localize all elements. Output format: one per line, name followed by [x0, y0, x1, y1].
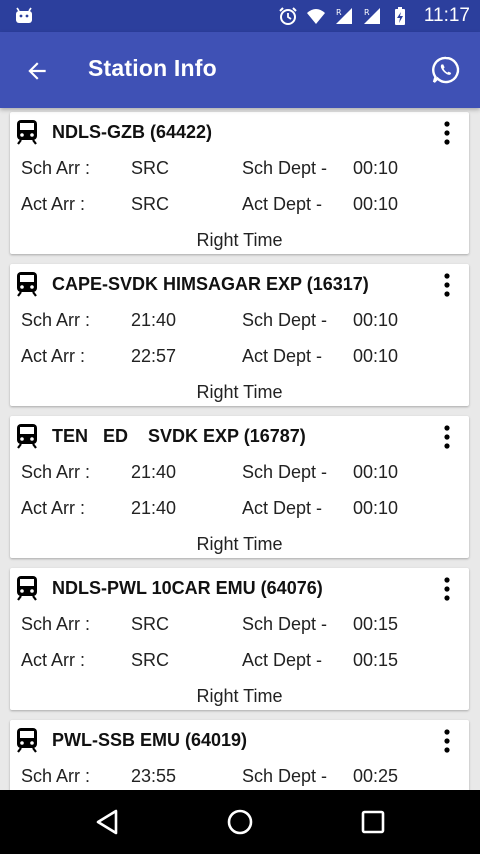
nav-back-triangle-icon	[96, 809, 118, 835]
sch-dept-value: 00:10	[353, 158, 399, 178]
act-arr-label: Act Arr :	[21, 194, 86, 214]
page-title: Station Info	[88, 55, 217, 81]
sch-arr-value: SRC	[131, 614, 170, 634]
train-card[interactable]: NDLS-GZB (64422) Sch Arr : SRC Sch Dept …	[10, 112, 469, 254]
app-bar: Station Info	[0, 32, 480, 108]
back-button[interactable]	[20, 54, 54, 88]
more-options-button[interactable]	[435, 118, 459, 148]
sch-arr-label: Sch Arr :	[21, 614, 91, 634]
act-dept-label: Act Dept -	[242, 194, 323, 214]
sch-arr-label: Sch Arr :	[21, 158, 91, 178]
running-status: Right Time	[196, 686, 283, 706]
svg-text:R: R	[364, 8, 370, 17]
running-status: Right Time	[196, 534, 283, 554]
train-name: NDLS-PWL 10CAR EMU (64076)	[52, 578, 323, 598]
train-icon	[17, 120, 37, 145]
sch-arr-value: 21:40	[131, 462, 177, 482]
sch-dept-value: 00:15	[353, 614, 399, 634]
train-card[interactable]: NDLS-PWL 10CAR EMU (64076) Sch Arr : SRC…	[10, 568, 469, 710]
more-vert-icon	[444, 729, 450, 753]
act-dept-label: Act Dept -	[242, 650, 323, 670]
train-card[interactable]: TEN ED SVDK EXP (16787) Sch Arr : 21:40 …	[10, 416, 469, 558]
sch-dept-label: Sch Dept -	[242, 310, 328, 330]
status-icons: R R 11:17	[278, 0, 470, 32]
more-options-button[interactable]	[435, 574, 459, 604]
train-icon	[17, 424, 37, 449]
more-vert-icon	[444, 273, 450, 297]
system-nav-bar	[0, 790, 480, 854]
signal-r-icon: R	[335, 8, 352, 24]
train-name: NDLS-GZB (64422)	[52, 122, 213, 142]
act-arr-label: Act Arr :	[21, 498, 86, 518]
whatsapp-share-button[interactable]	[428, 52, 464, 88]
more-vert-icon	[444, 577, 450, 601]
more-options-button[interactable]	[435, 726, 459, 756]
android-notification-icon	[16, 7, 32, 23]
nav-home-circle-icon	[227, 809, 253, 835]
nav-back-button[interactable]	[91, 806, 123, 838]
train-card[interactable]: PWL-SSB EMU (64019) Sch Arr : 23:55 Sch …	[10, 720, 469, 790]
sch-arr-value: 23:55	[131, 766, 177, 786]
battery-charging-icon	[394, 7, 405, 25]
act-dept-value: 00:15	[353, 650, 399, 670]
running-status: Right Time	[196, 230, 283, 250]
more-options-button[interactable]	[435, 422, 459, 452]
train-icon	[17, 576, 37, 601]
station-info-screen: R R 11:17 Station Info NDLS-GZB (64422) …	[0, 0, 480, 854]
act-arr-value: SRC	[131, 650, 170, 670]
sch-arr-value: 21:40	[131, 310, 177, 330]
act-arr-label: Act Arr :	[21, 346, 86, 366]
alarm-icon	[279, 7, 297, 25]
sch-dept-label: Sch Dept -	[242, 766, 328, 786]
act-dept-value: 00:10	[353, 194, 399, 214]
nav-recents-button[interactable]	[357, 806, 389, 838]
sch-dept-value: 00:25	[353, 766, 399, 786]
train-name: TEN ED SVDK EXP (16787)	[52, 426, 306, 446]
running-status: Right Time	[196, 382, 283, 402]
nav-home-button[interactable]	[224, 806, 256, 838]
arrow-left-icon	[28, 62, 46, 80]
status-bar: R R 11:17	[0, 0, 480, 32]
sch-dept-label: Sch Dept -	[242, 158, 328, 178]
act-dept-label: Act Dept -	[242, 498, 323, 518]
train-icon	[17, 728, 37, 753]
sch-dept-label: Sch Dept -	[242, 614, 328, 634]
train-list[interactable]: NDLS-GZB (64422) Sch Arr : SRC Sch Dept …	[0, 108, 480, 790]
more-vert-icon	[444, 121, 450, 145]
sch-dept-value: 00:10	[353, 462, 399, 482]
sch-dept-value: 00:10	[353, 310, 399, 330]
sch-dept-label: Sch Dept -	[242, 462, 328, 482]
whatsapp-icon	[432, 56, 460, 84]
sch-arr-label: Sch Arr :	[21, 766, 91, 786]
more-options-button[interactable]	[435, 270, 459, 300]
signal-r-icon: R	[363, 8, 380, 24]
act-dept-label: Act Dept -	[242, 346, 323, 366]
sch-arr-label: Sch Arr :	[21, 462, 91, 482]
nav-recents-square-icon	[361, 810, 385, 834]
svg-text:R: R	[336, 8, 342, 17]
act-dept-value: 00:10	[353, 498, 399, 518]
wifi-icon	[306, 9, 325, 24]
act-arr-value: SRC	[131, 194, 170, 214]
train-name: CAPE-SVDK HIMSAGAR EXP (16317)	[52, 274, 369, 294]
act-arr-label: Act Arr :	[21, 650, 86, 670]
act-arr-value: 21:40	[131, 498, 177, 518]
train-card[interactable]: CAPE-SVDK HIMSAGAR EXP (16317) Sch Arr :…	[10, 264, 469, 406]
act-dept-value: 00:10	[353, 346, 399, 366]
sch-arr-label: Sch Arr :	[21, 310, 91, 330]
status-time: 11:17	[423, 5, 470, 26]
more-vert-icon	[444, 425, 450, 449]
act-arr-value: 22:57	[131, 346, 177, 366]
train-name: PWL-SSB EMU (64019)	[52, 730, 248, 750]
train-icon	[17, 272, 37, 297]
sch-arr-value: SRC	[131, 158, 170, 178]
